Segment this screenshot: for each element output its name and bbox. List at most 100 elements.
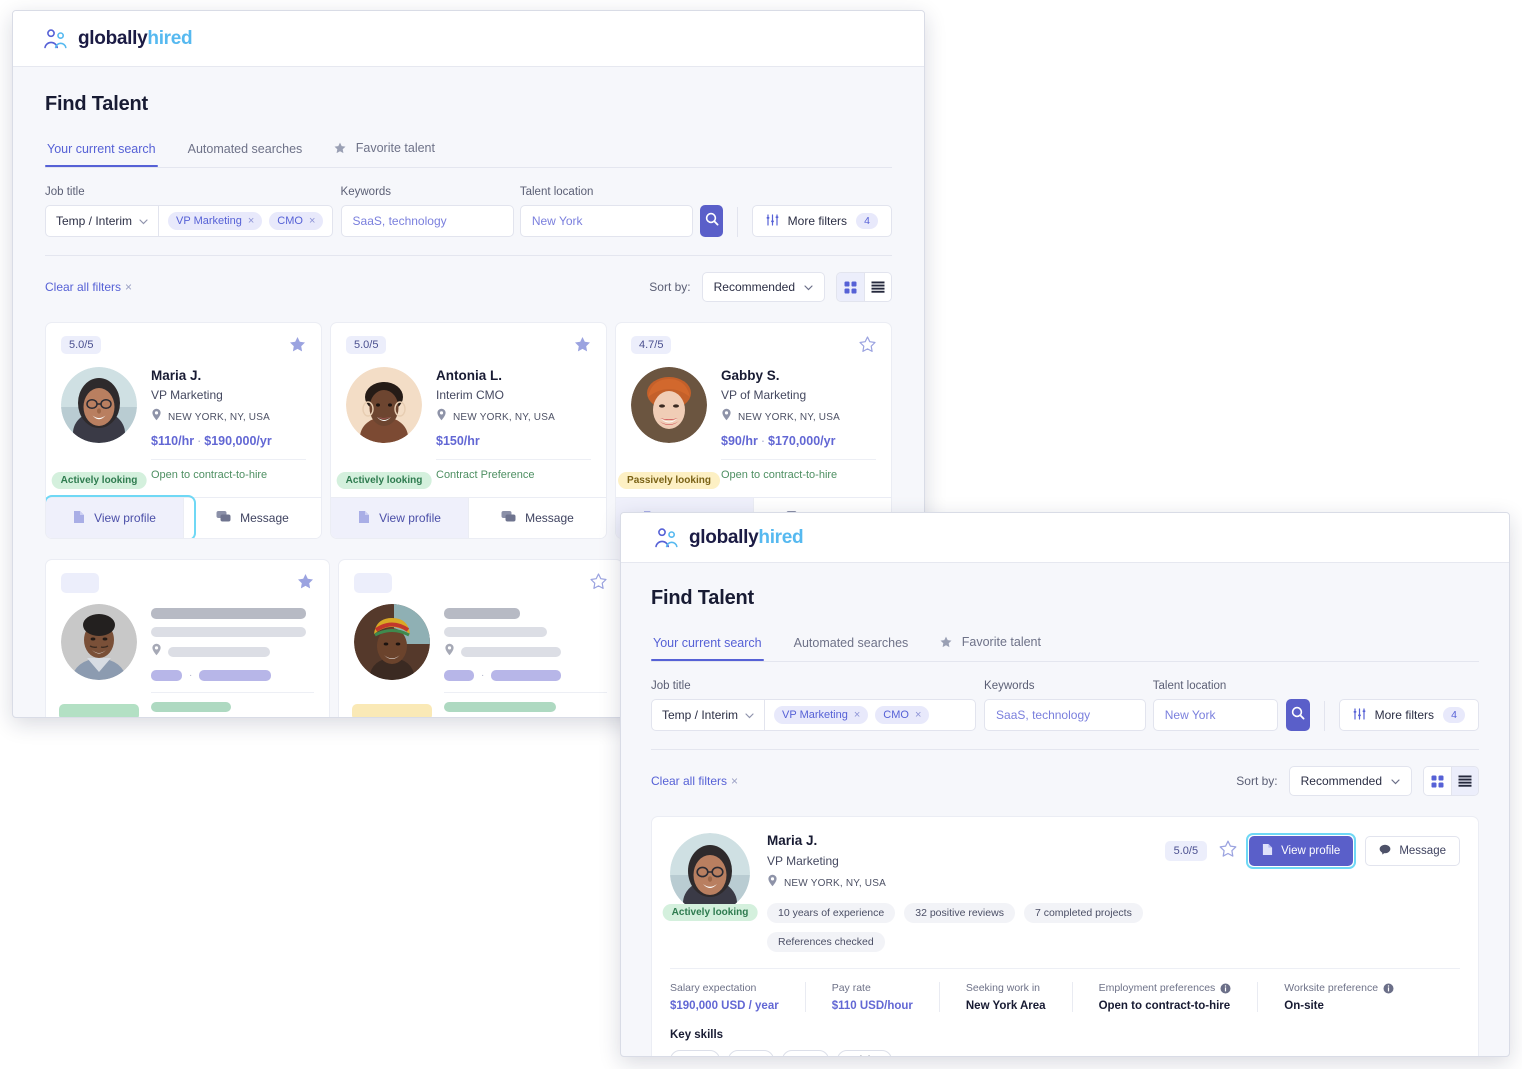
avatar-column: Actively looking <box>346 367 422 481</box>
chip-cmo[interactable]: CMO × <box>269 212 323 230</box>
filter-divider <box>1324 701 1325 731</box>
message-button[interactable]: Message <box>1365 836 1460 866</box>
job-type-select[interactable]: Temp / Interim <box>46 206 159 236</box>
tab-label: Favorite talent <box>962 635 1041 649</box>
talent-name: Maria J. <box>767 833 1165 848</box>
clear-all-filters-button[interactable]: Clear all filters× <box>45 280 132 294</box>
more-filters-button[interactable]: More filters 4 <box>1339 699 1479 731</box>
talent-card-top: 5.0/5 <box>346 336 591 358</box>
more-filters-count: 4 <box>1443 707 1465 723</box>
talent-card-skeleton[interactable]: · View <box>338 559 623 718</box>
star-filled-icon[interactable] <box>297 573 314 595</box>
tab-your-current-search[interactable]: Your current search <box>45 142 158 166</box>
talent-detail-header: Actively looking Maria J. VP Marketing N… <box>670 833 1460 952</box>
talent-name: Maria J. <box>151 368 306 383</box>
tab-label: Your current search <box>47 142 156 156</box>
location-pin-icon <box>436 408 447 426</box>
chip-remove-icon[interactable]: × <box>854 709 860 721</box>
talent-detail-card[interactable]: Actively looking Maria J. VP Marketing N… <box>651 816 1479 1057</box>
clear-all-filters-x: × <box>125 280 132 294</box>
clear-all-filters-x: × <box>731 774 738 788</box>
info-icon[interactable] <box>1220 983 1231 994</box>
talent-preference: Open to contract-to-hire <box>151 469 306 481</box>
chat-bubble-icon <box>1379 844 1391 858</box>
location-pin-icon <box>151 643 162 661</box>
location-text: NEW YORK, NY, USA <box>453 412 555 423</box>
talent-card[interactable]: 4.7/5 <box>615 322 892 539</box>
sort-by-select[interactable]: Recommended <box>1289 766 1412 796</box>
sort-by-select[interactable]: Recommended <box>702 272 825 302</box>
chip-cmo[interactable]: CMO × <box>875 706 929 724</box>
tab-automated-searches[interactable]: Automated searches <box>792 636 911 660</box>
chip-vp-marketing[interactable]: VP Marketing × <box>168 212 262 230</box>
skill-chip[interactable]: SaaS <box>670 1050 720 1057</box>
message-button[interactable]: Message <box>183 498 321 538</box>
talent-location-label: Talent location <box>1153 680 1278 692</box>
star-outline-icon[interactable] <box>859 336 876 358</box>
tab-favorite-talent[interactable]: Favorite talent <box>332 141 437 167</box>
page-title: Find Talent <box>651 587 1479 610</box>
talent-role: Interim CMO <box>436 388 591 402</box>
clear-all-filters-label: Clear all filters <box>651 774 727 788</box>
stat-salary-expectation: Salary expectation $190,000 USD / year <box>670 982 806 1012</box>
list-view-icon[interactable] <box>1451 767 1478 795</box>
talent-card-skeleton[interactable]: · View <box>45 559 330 718</box>
clear-all-filters-button[interactable]: Clear all filters × <box>651 774 738 788</box>
tab-your-current-search[interactable]: Your current search <box>651 636 764 660</box>
talent-card[interactable]: 5.0/5 <box>45 322 322 539</box>
search-button[interactable] <box>1286 699 1310 731</box>
view-profile-label: View profile <box>379 511 441 525</box>
brand-logo[interactable]: globallyhired <box>43 28 192 50</box>
view-profile-button[interactable]: View profile <box>1249 836 1353 866</box>
tab-automated-searches[interactable]: Automated searches <box>186 142 305 166</box>
grid-view-icon[interactable] <box>837 273 864 301</box>
chip-remove-icon[interactable]: × <box>309 215 315 227</box>
page-title: Find Talent <box>45 93 892 116</box>
tab-favorite-talent[interactable]: Favorite talent <box>938 635 1043 661</box>
divider <box>721 459 876 460</box>
filter-bar: Job title Temp / Interim VP Marketing × <box>651 680 1479 731</box>
keywords-input[interactable]: SaaS, technology <box>984 699 1146 731</box>
app-header: globallyhired <box>621 513 1509 563</box>
job-type-select[interactable]: Temp / Interim <box>652 700 765 730</box>
brand-logo[interactable]: globallyhired <box>654 527 803 549</box>
location-pin-icon <box>721 408 732 426</box>
info-icon[interactable] <box>1383 983 1394 994</box>
filter-divider <box>737 207 738 237</box>
keywords-input[interactable]: SaaS, technology <box>341 205 514 237</box>
message-button[interactable]: Message <box>468 498 606 538</box>
view-profile-button[interactable]: View profile <box>46 498 183 538</box>
results-toolbar: Clear all filters× Sort by: Recommended <box>45 255 892 302</box>
skill-chip[interactable]: CMS <box>782 1050 829 1057</box>
list-view-icon[interactable] <box>864 273 891 301</box>
star-filled-icon[interactable] <box>289 336 306 358</box>
search-icon <box>705 212 719 231</box>
sort-by-value: Recommended <box>1301 774 1382 788</box>
rate-hourly: $90/hr <box>721 434 758 448</box>
chip-remove-icon[interactable]: × <box>915 709 921 721</box>
talent-location-input[interactable]: New York <box>1153 699 1278 731</box>
tag-references: References checked <box>767 932 885 952</box>
sliders-icon <box>1353 708 1366 723</box>
star-outline-icon[interactable] <box>1219 840 1237 863</box>
chip-vp-marketing[interactable]: VP Marketing × <box>774 706 868 724</box>
skill-chip[interactable]: SEO <box>728 1050 774 1057</box>
talent-card-main: · <box>61 604 314 712</box>
talent-location-input[interactable]: New York <box>520 205 693 237</box>
chevron-down-icon <box>1391 774 1400 788</box>
talent-role: VP Marketing <box>151 388 306 402</box>
search-button[interactable] <box>700 205 723 237</box>
talent-card[interactable]: 5.0/5 <box>330 322 607 539</box>
job-title-label: Job title <box>45 186 333 198</box>
star-icon <box>334 143 349 157</box>
view-profile-button[interactable]: View profile <box>331 498 468 538</box>
skill-chip[interactable]: Adobe <box>837 1050 891 1057</box>
more-filters-button[interactable]: More filters 4 <box>752 205 892 237</box>
stat-value: New York Area <box>966 1000 1046 1012</box>
star-outline-icon[interactable] <box>590 573 607 595</box>
star-filled-icon[interactable] <box>574 336 591 358</box>
stat-label: Pay rate <box>832 982 871 994</box>
chip-remove-icon[interactable]: × <box>248 215 254 227</box>
grid-view-icon[interactable] <box>1424 767 1451 795</box>
view-profile-label: View profile <box>1281 845 1340 857</box>
